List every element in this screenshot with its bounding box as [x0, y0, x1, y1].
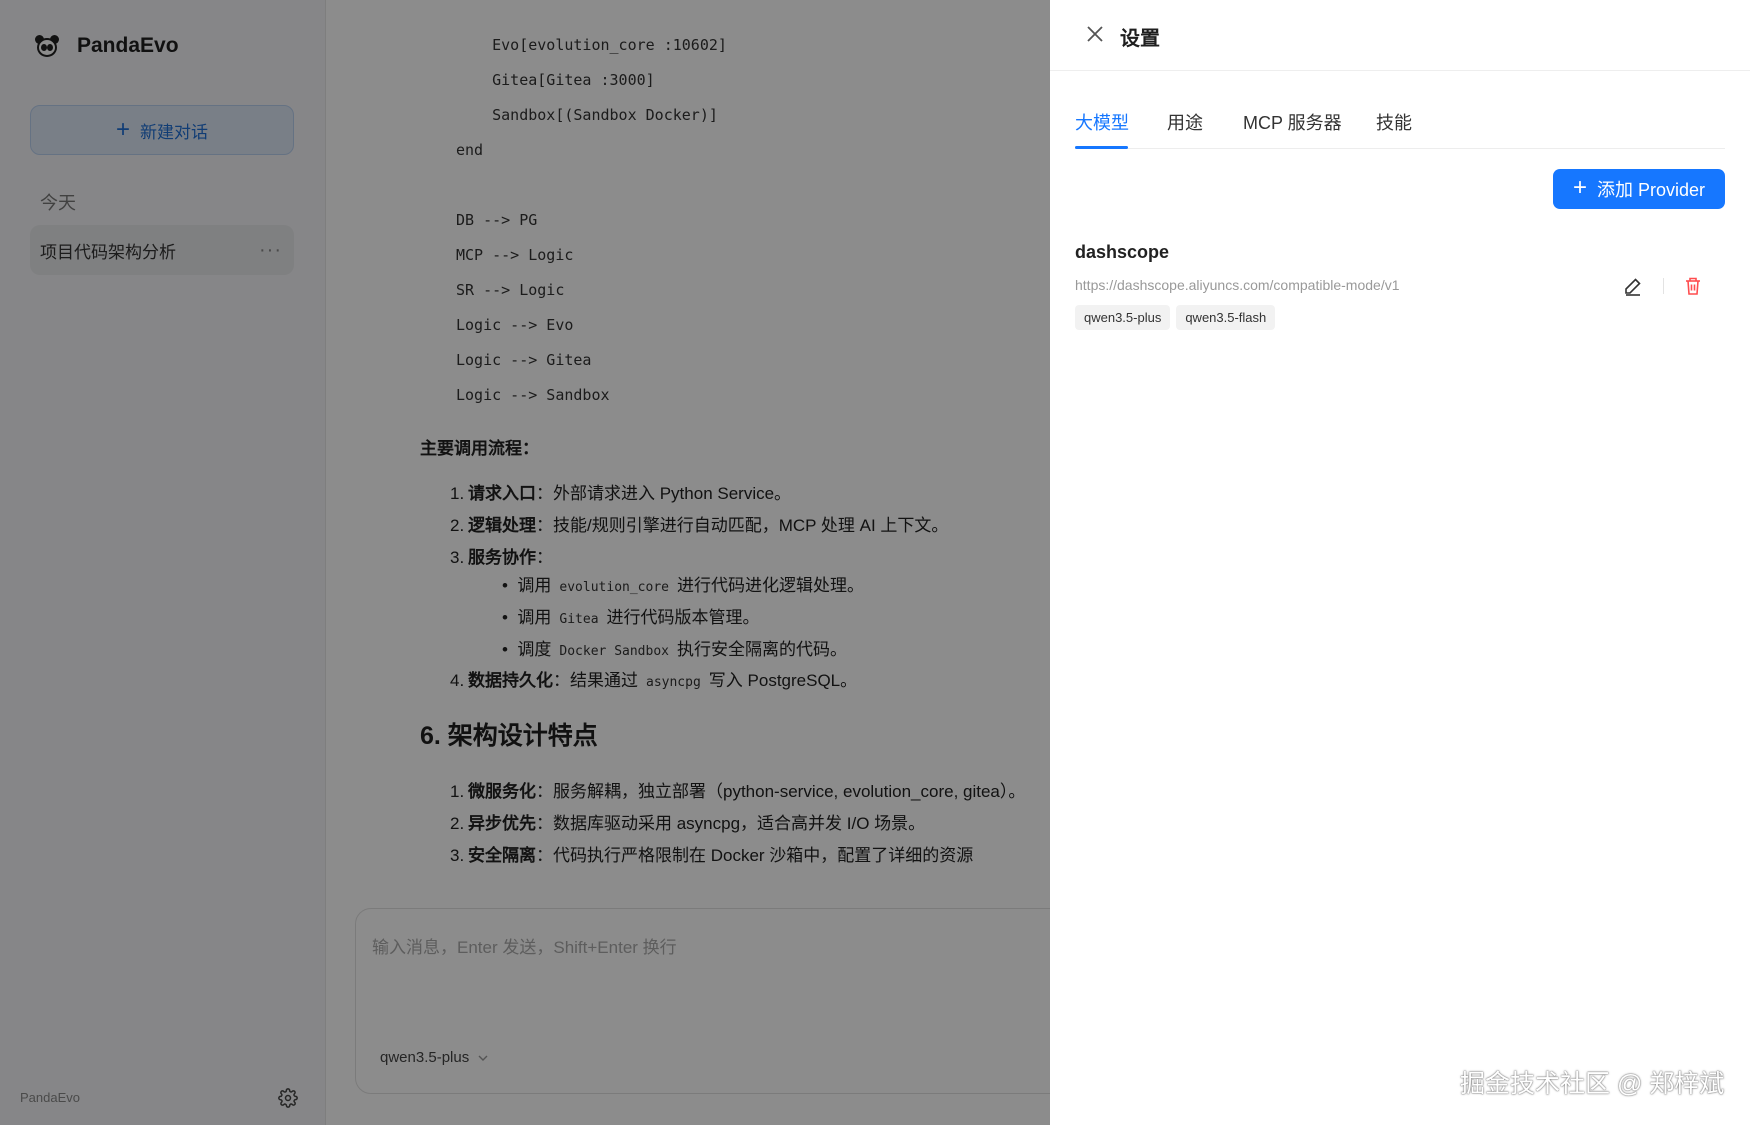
action-divider: [1663, 278, 1664, 294]
add-provider-label: 添加 Provider: [1596, 180, 1706, 200]
settings-drawer: 设置 大模型 用途 MCP 服务器 技能 + 添加 Provider dashs…: [1050, 0, 1750, 1125]
settings-tabs: 大模型 用途 MCP 服务器 技能: [1075, 95, 1725, 149]
model-chip: qwen3.5-plus: [1075, 305, 1171, 330]
add-provider-button[interactable]: + 添加 Provider: [1553, 169, 1725, 209]
tab-mcp-servers[interactable]: MCP 服务器: [1243, 109, 1342, 135]
model-chip: qwen3.5-flash: [1176, 305, 1276, 330]
active-tab-indicator: [1075, 146, 1128, 149]
tab-skills[interactable]: 技能: [1376, 109, 1412, 135]
tab-usage[interactable]: 用途: [1167, 109, 1203, 135]
provider-url: https://dashscope.aliyuncs.com/compatibl…: [1075, 277, 1400, 293]
plus-icon: +: [1572, 174, 1587, 201]
drawer-header: 设置: [1050, 0, 1750, 71]
close-icon[interactable]: [1085, 24, 1105, 44]
watermark: 掘金技术社区 @ 郑梓斌: [1460, 1070, 1725, 1098]
model-chips: qwen3.5-plus qwen3.5-flash: [1075, 305, 1276, 330]
trash-icon[interactable]: [1684, 276, 1702, 296]
modal-mask[interactable]: [0, 0, 1050, 1125]
tab-models[interactable]: 大模型: [1075, 109, 1129, 135]
edit-icon[interactable]: [1623, 276, 1643, 296]
provider-name: dashscope: [1075, 242, 1170, 262]
drawer-title: 设置: [1120, 28, 1160, 50]
